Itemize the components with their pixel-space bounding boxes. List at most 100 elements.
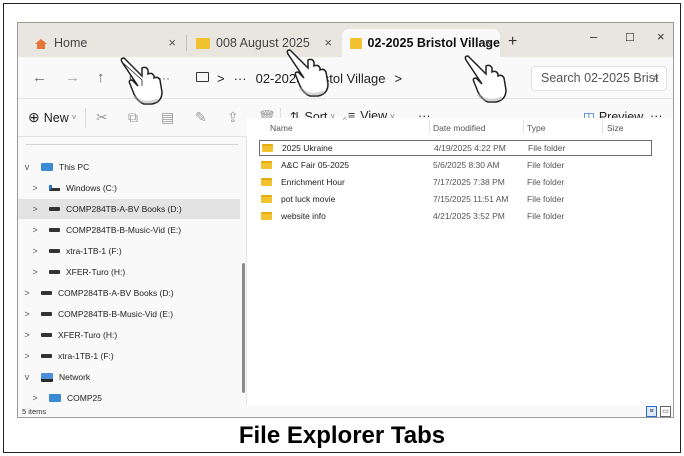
- chevron-right-icon[interactable]: >: [22, 288, 32, 298]
- file-row[interactable]: A&C Fair 05-2025 5/6/2025 8:30 AM File fol…: [259, 157, 652, 173]
- new-tab-button[interactable]: +: [508, 33, 517, 51]
- folder-icon: [261, 161, 272, 169]
- new-button[interactable]: ⊕ New ˅: [28, 109, 76, 126]
- chevron-right-icon[interactable]: >: [22, 309, 32, 319]
- column-divider[interactable]: [602, 120, 603, 134]
- file-row[interactable]: pot luck movie 7/15/2025 11:51 AM File fol…: [259, 191, 652, 207]
- file-name: 2025 Ukraine: [282, 143, 333, 153]
- breadcrumb-separator: >: [217, 70, 225, 86]
- column-divider[interactable]: [523, 120, 524, 134]
- drive-icon: [49, 228, 60, 232]
- new-button-label: New: [43, 110, 69, 125]
- nav-item-label: COMP284TB-B-Music-Vid (E:): [66, 225, 182, 235]
- close-icon[interactable]: ×: [484, 35, 492, 50]
- drive-icon: [49, 249, 60, 253]
- copy-icon[interactable]: ⧉: [128, 109, 138, 126]
- rename-icon[interactable]: ✎: [195, 109, 207, 126]
- chevron-right-icon[interactable]: >: [22, 330, 32, 340]
- nav-item-label: xtra-1TB-1 (F:): [58, 351, 114, 361]
- column-divider[interactable]: [429, 120, 430, 134]
- file-name: pot luck movie: [281, 194, 336, 204]
- file-date-modified: 5/6/2025 8:30 AM: [433, 160, 500, 170]
- tiles-view-icon[interactable]: ▭: [660, 406, 671, 417]
- navigation-pane: v This PC > Windows (C:) > COMP284TB-A-BV Boo…: [18, 137, 246, 417]
- nav-item[interactable]: > XFER-Turo (H:): [18, 262, 240, 282]
- chevron-right-icon[interactable]: >: [30, 393, 40, 403]
- close-window-button[interactable]: ×: [657, 29, 665, 44]
- nav-item-label: Windows (C:): [66, 183, 118, 193]
- network-icon: [41, 372, 53, 382]
- share-icon[interactable]: ⇪: [227, 109, 239, 126]
- close-icon[interactable]: ×: [168, 35, 176, 50]
- back-button[interactable]: ←: [32, 69, 47, 86]
- column-header-type[interactable]: Type: [527, 123, 545, 133]
- chevron-right-icon[interactable]: >: [22, 351, 32, 361]
- nav-item-label: xtra-1TB-1 (F:): [66, 246, 122, 256]
- nav-item-label: COMP25: [67, 393, 102, 403]
- nav-item[interactable]: v Network: [18, 367, 240, 387]
- folder-icon: [261, 212, 272, 220]
- maximize-button[interactable]: ☐: [625, 31, 635, 44]
- status-bar: 5 items ≡ ▭: [18, 405, 673, 417]
- folder-icon: [350, 37, 362, 49]
- column-header-size[interactable]: Size: [607, 123, 624, 133]
- hand-pointer-icon: [120, 57, 163, 105]
- home-icon: [34, 38, 48, 49]
- drive-icon: [49, 270, 60, 274]
- nav-item[interactable]: v This PC: [18, 157, 240, 177]
- file-explorer-window: Home × 008 August 2025 × 02-2025 Bristol…: [17, 22, 674, 418]
- computer-icon: [41, 163, 53, 171]
- search-input[interactable]: Search 02-2025 Brist ⌕: [531, 66, 667, 91]
- chevron-right-icon[interactable]: >: [30, 225, 40, 235]
- hand-pointer-icon: [464, 55, 507, 103]
- item-count: 5 items: [22, 407, 47, 416]
- cut-icon[interactable]: ✂: [96, 109, 108, 126]
- nav-item[interactable]: > Windows (C:): [18, 178, 240, 198]
- chevron-right-icon[interactable]: >: [30, 204, 40, 214]
- monitor-icon: [196, 72, 209, 82]
- details-view-icon[interactable]: ≡: [646, 406, 657, 417]
- search-icon: ⌕: [652, 72, 659, 84]
- folder-icon: [196, 37, 210, 49]
- computer-icon: [49, 394, 61, 402]
- nav-item-label: COMP284TB-A-BV Books (D:): [66, 204, 182, 214]
- minimize-button[interactable]: –: [590, 29, 597, 44]
- paste-icon[interactable]: ▤: [161, 109, 174, 126]
- chevron-down-icon[interactable]: v: [22, 162, 32, 172]
- chevron-right-icon[interactable]: >: [30, 246, 40, 256]
- pane-divider[interactable]: [246, 137, 247, 405]
- chevron-right-icon[interactable]: >: [30, 267, 40, 277]
- file-name: A&C Fair 05-2025: [281, 160, 350, 170]
- nav-scrollbar[interactable]: [242, 263, 245, 393]
- file-date-modified: 7/15/2025 11:51 AM: [433, 194, 509, 204]
- tab-bristol-label: 02-2025 Bristol Village: [367, 36, 500, 50]
- tab-02-2025-bristol-village[interactable]: 02-2025 Bristol Village ×: [342, 29, 500, 57]
- column-header-date-modified[interactable]: Date modified: [433, 123, 485, 133]
- chevron-right-icon[interactable]: >: [30, 183, 40, 193]
- chevron-down-icon[interactable]: v: [22, 372, 32, 382]
- tab-home-label: Home: [54, 36, 88, 50]
- nav-item[interactable]: > XFER-Turo (H:): [18, 325, 240, 345]
- file-name: website info: [281, 211, 326, 221]
- nav-item[interactable]: > COMP284TB-A-BV Books (D:): [18, 199, 240, 219]
- file-row[interactable]: 2025 Ukraine 4/19/2025 4:22 PM File folder: [259, 140, 652, 156]
- address-bar: ← → ↑ ⟳ ··· > ··· 02-2025 Bristol Villag…: [18, 57, 673, 99]
- forward-button[interactable]: →: [65, 69, 80, 86]
- nav-item-label: COMP284TB-A-BV Books (D:): [58, 288, 174, 298]
- tab-home[interactable]: Home ×: [24, 29, 184, 57]
- nav-item-label: XFER-Turo (H:): [58, 330, 118, 340]
- nav-item[interactable]: > xtra-1TB-1 (F:): [18, 241, 240, 261]
- column-header-name[interactable]: Name: [270, 123, 293, 133]
- breadcrumb-separator: >: [394, 70, 403, 86]
- nav-item[interactable]: > COMP284TB-A-BV Books (D:): [18, 283, 240, 303]
- breadcrumb-more[interactable]: ···: [234, 71, 247, 86]
- nav-item[interactable]: > xtra-1TB-1 (F:): [18, 346, 240, 366]
- nav-item[interactable]: > COMP284TB-B-Music-Vid (E:): [18, 304, 240, 324]
- nav-item[interactable]: > COMP284TB-B-Music-Vid (E:): [18, 220, 240, 240]
- file-type: File folder: [527, 194, 565, 204]
- plus-circle-icon: ⊕: [28, 109, 40, 125]
- up-button[interactable]: ↑: [97, 69, 105, 86]
- file-row[interactable]: website info 4/21/2025 3:52 PM File folder: [259, 208, 652, 224]
- file-row[interactable]: Enrichment Hour 7/17/2025 7:38 PM File fol…: [259, 174, 652, 190]
- drive-icon: [41, 291, 52, 295]
